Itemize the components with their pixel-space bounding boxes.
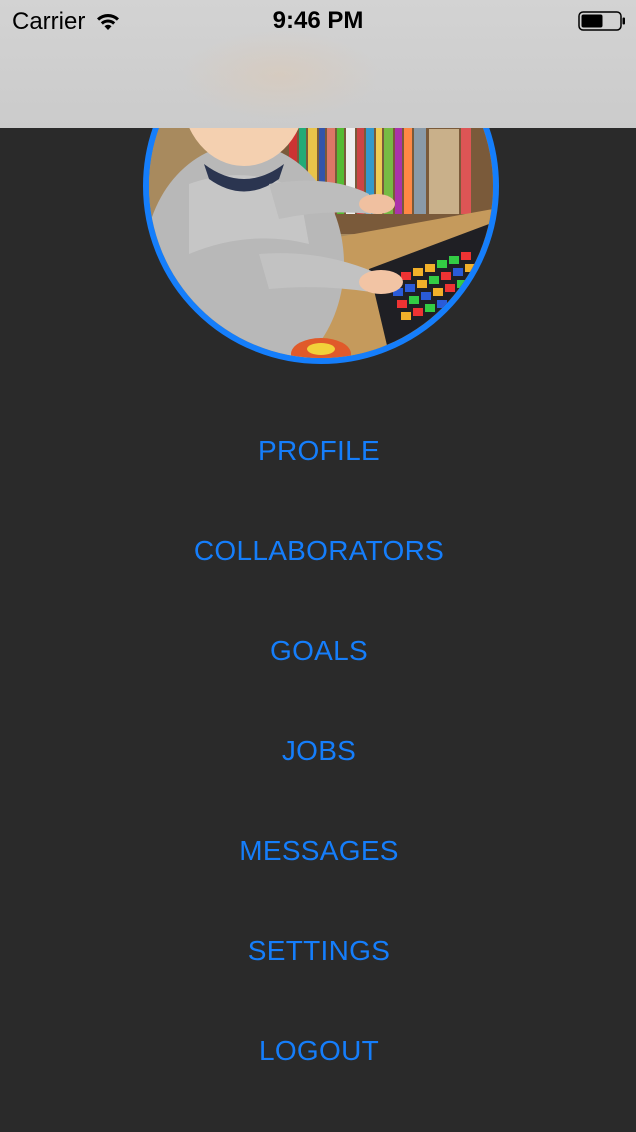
menu-item-messages[interactable]: MESSAGES bbox=[2, 800, 636, 900]
clock: 9:46 PM bbox=[272, 7, 364, 34]
menu-item-goals[interactable]: GOALS bbox=[2, 600, 636, 700]
menu-item-settings[interactable]: SETTINGS bbox=[2, 900, 636, 1000]
main-menu: PROFILE COLLABORATORS GOALS JOBS MESSAGE… bbox=[0, 400, 636, 1100]
menu-item-logout[interactable]: LOGOUT bbox=[2, 1000, 636, 1100]
battery-icon bbox=[578, 11, 625, 31]
menu-item-profile[interactable]: PROFILE bbox=[2, 400, 636, 500]
menu-item-collaborators[interactable]: COLLABORATORS bbox=[2, 500, 636, 600]
status-bar-blur bbox=[180, 30, 380, 120]
status-bar: Carrier 9:46 PM bbox=[0, 0, 636, 128]
menu-item-jobs[interactable]: JOBS bbox=[2, 700, 636, 800]
